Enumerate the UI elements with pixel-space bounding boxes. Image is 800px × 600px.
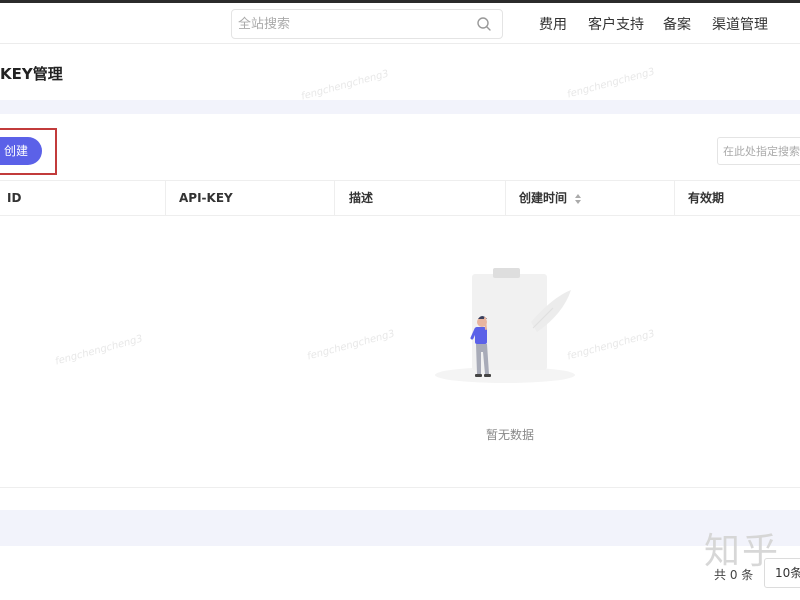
table-bottom-border: [0, 487, 800, 488]
page-title: KEY管理: [0, 65, 63, 83]
top-bar: 费用 客户支持 备案 渠道管理: [0, 0, 800, 44]
filter-input[interactable]: [723, 143, 800, 159]
section-divider: [0, 100, 800, 114]
column-header-created-time-label: 创建时间: [519, 191, 568, 205]
nav-channel-management[interactable]: 渠道管理: [712, 14, 768, 34]
global-search-input[interactable]: [238, 14, 468, 34]
global-search[interactable]: [231, 9, 503, 39]
nav-billing[interactable]: 费用: [539, 14, 567, 34]
column-header-description[interactable]: 描述: [349, 181, 373, 215]
empty-state-illustration: [435, 268, 575, 383]
column-divider: [165, 181, 166, 215]
create-button[interactable]: 创建: [0, 137, 42, 165]
column-divider: [674, 181, 675, 215]
window-edge: [0, 0, 800, 3]
column-divider: [334, 181, 335, 215]
column-header-id[interactable]: ID: [7, 181, 21, 215]
column-header-created-time[interactable]: 创建时间: [519, 181, 582, 215]
column-header-api-key[interactable]: API-KEY: [179, 181, 233, 215]
main-panel: [0, 114, 800, 510]
nav-filing[interactable]: 备案: [663, 14, 691, 34]
title-bar: KEY管理: [0, 44, 800, 100]
table-header: ID API-KEY 描述 创建时间 有效期: [0, 180, 800, 216]
column-header-validity[interactable]: 有效期: [688, 181, 724, 215]
empty-state-text: 暂无数据: [485, 428, 534, 442]
search-icon[interactable]: [476, 16, 492, 32]
table-filter[interactable]: [717, 137, 800, 165]
section-divider: [0, 510, 800, 546]
nav-customer-support[interactable]: 客户支持: [588, 14, 644, 34]
sort-icon[interactable]: [575, 193, 582, 204]
column-divider: [505, 181, 506, 215]
brand-watermark: 知乎: [704, 531, 781, 572]
